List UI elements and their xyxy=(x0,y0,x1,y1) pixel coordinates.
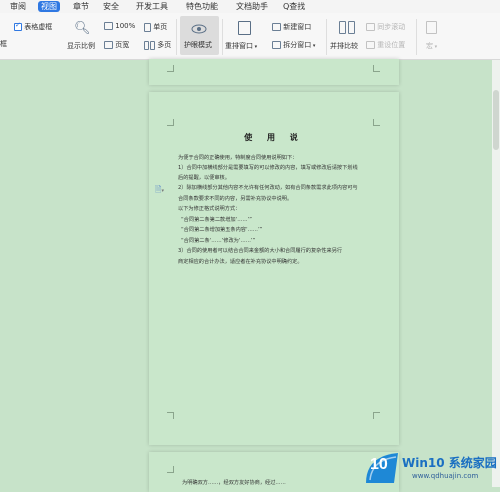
menu-doc-helper[interactable]: 文档助手 xyxy=(236,1,268,12)
new-window-icon xyxy=(272,23,281,31)
reset-position-label: 重设位置 xyxy=(377,41,406,49)
menu-dev-tools[interactable]: 开发工具 xyxy=(136,1,168,12)
logo-number: 10 xyxy=(370,456,388,473)
document-note-icon[interactable]: 🗎︎▾ xyxy=(155,184,164,198)
table-gridlines-toggle[interactable]: ✓ 表格虚框 xyxy=(14,21,53,32)
body-line: 合同条款要求不同的内容，另需补充协议中说明。 xyxy=(178,196,293,202)
side-by-side-button[interactable]: 并排比较 xyxy=(330,41,358,51)
crop-mark xyxy=(373,412,380,419)
rearrange-windows-icon xyxy=(238,21,251,35)
split-window-icon xyxy=(272,41,281,49)
macro-button[interactable]: 宏 ▾ xyxy=(426,41,437,51)
scrollbar-thumb[interactable] xyxy=(493,90,499,150)
multi-page-label: 多页 xyxy=(157,41,172,49)
ribbon-toolbar: ✓ 表格虚框 框 🔍︎ 显示比例 100% 单页 页宽 多页 护眼模式 重排窗口… xyxy=(0,13,500,60)
page-width-label: 页宽 xyxy=(115,41,130,49)
watermark-url: www.qdhuajin.com xyxy=(412,472,479,480)
body-line: 为便于合同的正确使用，特制度合同使用说明如下： xyxy=(178,155,298,161)
sync-scroll-icon xyxy=(366,23,375,31)
next-page: 为明确双方……，经双方友好协商，经过…… xyxy=(149,452,399,492)
body-line: “合同第二条‘……’修改为‘……’” xyxy=(181,238,256,244)
zoom-100-label: 100% xyxy=(115,22,136,30)
watermark-brand: Win10 系统家园 xyxy=(402,456,497,470)
macro-icon xyxy=(426,21,437,34)
single-page-icon xyxy=(144,22,151,32)
single-page-label: 单页 xyxy=(153,23,168,31)
new-window-label: 新建窗口 xyxy=(283,23,312,31)
crop-mark xyxy=(167,412,174,419)
single-page-button[interactable]: 单页 xyxy=(144,22,167,32)
menu-view[interactable]: 视图 xyxy=(38,1,60,12)
eye-protection-label: 护眼模式 xyxy=(184,41,212,49)
checkbox-checked-icon: ✓ xyxy=(14,21,22,31)
split-window-button[interactable]: 拆分窗口 ▾ xyxy=(272,40,315,50)
body-line: “合同第二条第二款增加‘……’” xyxy=(181,217,252,223)
body-line: 商定相应的合计办法，适应者在补充协议中明确约定。 xyxy=(178,259,303,265)
menu-bar: 审阅 视图 章节 安全 开发工具 特色功能 文档助手 Q查找 xyxy=(0,0,500,13)
divider xyxy=(416,19,417,55)
multi-page-icon xyxy=(144,40,149,50)
crop-mark xyxy=(167,466,174,473)
eye-protection-button[interactable]: 护眼模式 xyxy=(180,16,219,55)
divider xyxy=(176,19,177,55)
menu-features[interactable]: 特色功能 xyxy=(186,1,218,12)
body-line: 以下为修正格式说明方式： xyxy=(178,206,241,212)
rearrange-windows-button[interactable]: 重排窗口 ▾ xyxy=(225,41,257,51)
sync-scroll-label: 同步滚动 xyxy=(377,23,406,31)
reset-position-icon xyxy=(366,41,375,49)
page-width-icon xyxy=(104,41,113,49)
divider xyxy=(326,19,327,55)
zoom-magnifier-icon: 🔍︎ xyxy=(74,21,91,36)
menu-section[interactable]: 章节 xyxy=(73,1,89,12)
crop-mark xyxy=(373,65,380,72)
menu-review[interactable]: 审阅 xyxy=(10,1,26,12)
body-line: 1）合同中加横线部分是需要填写的可以修改的内容，填写或修改后请按下划线 xyxy=(178,165,358,171)
vertical-scrollbar[interactable] xyxy=(492,60,500,487)
reset-position-button[interactable]: 重设位置 xyxy=(366,40,405,50)
body-line: 3）合同的使用者可以结合合同来金额的大小和合同履行的复杂性来另行 xyxy=(178,248,343,254)
crop-mark xyxy=(373,119,380,126)
body-line: “合同第二条增加第五条内容‘……’” xyxy=(181,227,263,233)
crop-mark xyxy=(167,65,174,72)
zoom-100-button[interactable]: 100% xyxy=(104,22,135,30)
menu-security[interactable]: 安全 xyxy=(103,1,119,12)
cut-off-label: 框 xyxy=(0,40,7,48)
watermark-logo: 10 Win10 系统家园 www.qdhuajin.com xyxy=(364,450,500,487)
side-by-side-icon xyxy=(339,21,355,34)
table-gridlines-label: 表格虚框 xyxy=(24,23,53,31)
split-window-label: 拆分窗口 xyxy=(283,41,312,49)
multi-page-button[interactable]: 多页 xyxy=(144,40,171,50)
new-window-button[interactable]: 新建窗口 xyxy=(272,22,311,32)
sync-scroll-button[interactable]: 同步滚动 xyxy=(366,22,405,32)
body-line: 后的提醒，以便审核。 xyxy=(178,175,230,181)
body-line: 2）除加横线部分其他内容不允许有任何改动，如有合同条款需求此项内容可与 xyxy=(178,185,358,191)
page-width-button[interactable]: 页宽 xyxy=(104,40,129,50)
eye-icon xyxy=(191,24,207,34)
menu-search[interactable]: Q查找 xyxy=(283,1,305,12)
previous-page xyxy=(149,59,399,85)
zoom-100-icon xyxy=(104,22,113,30)
crop-mark xyxy=(167,119,174,126)
next-page-text: 为明确双方……，经双方友好协商，经过…… xyxy=(182,480,286,486)
show-ratio-button[interactable]: 显示比例 xyxy=(67,41,95,51)
divider xyxy=(222,19,223,55)
document-title: 使 用 说 xyxy=(244,133,304,142)
document-page[interactable]: 使 用 说 xyxy=(149,92,399,445)
